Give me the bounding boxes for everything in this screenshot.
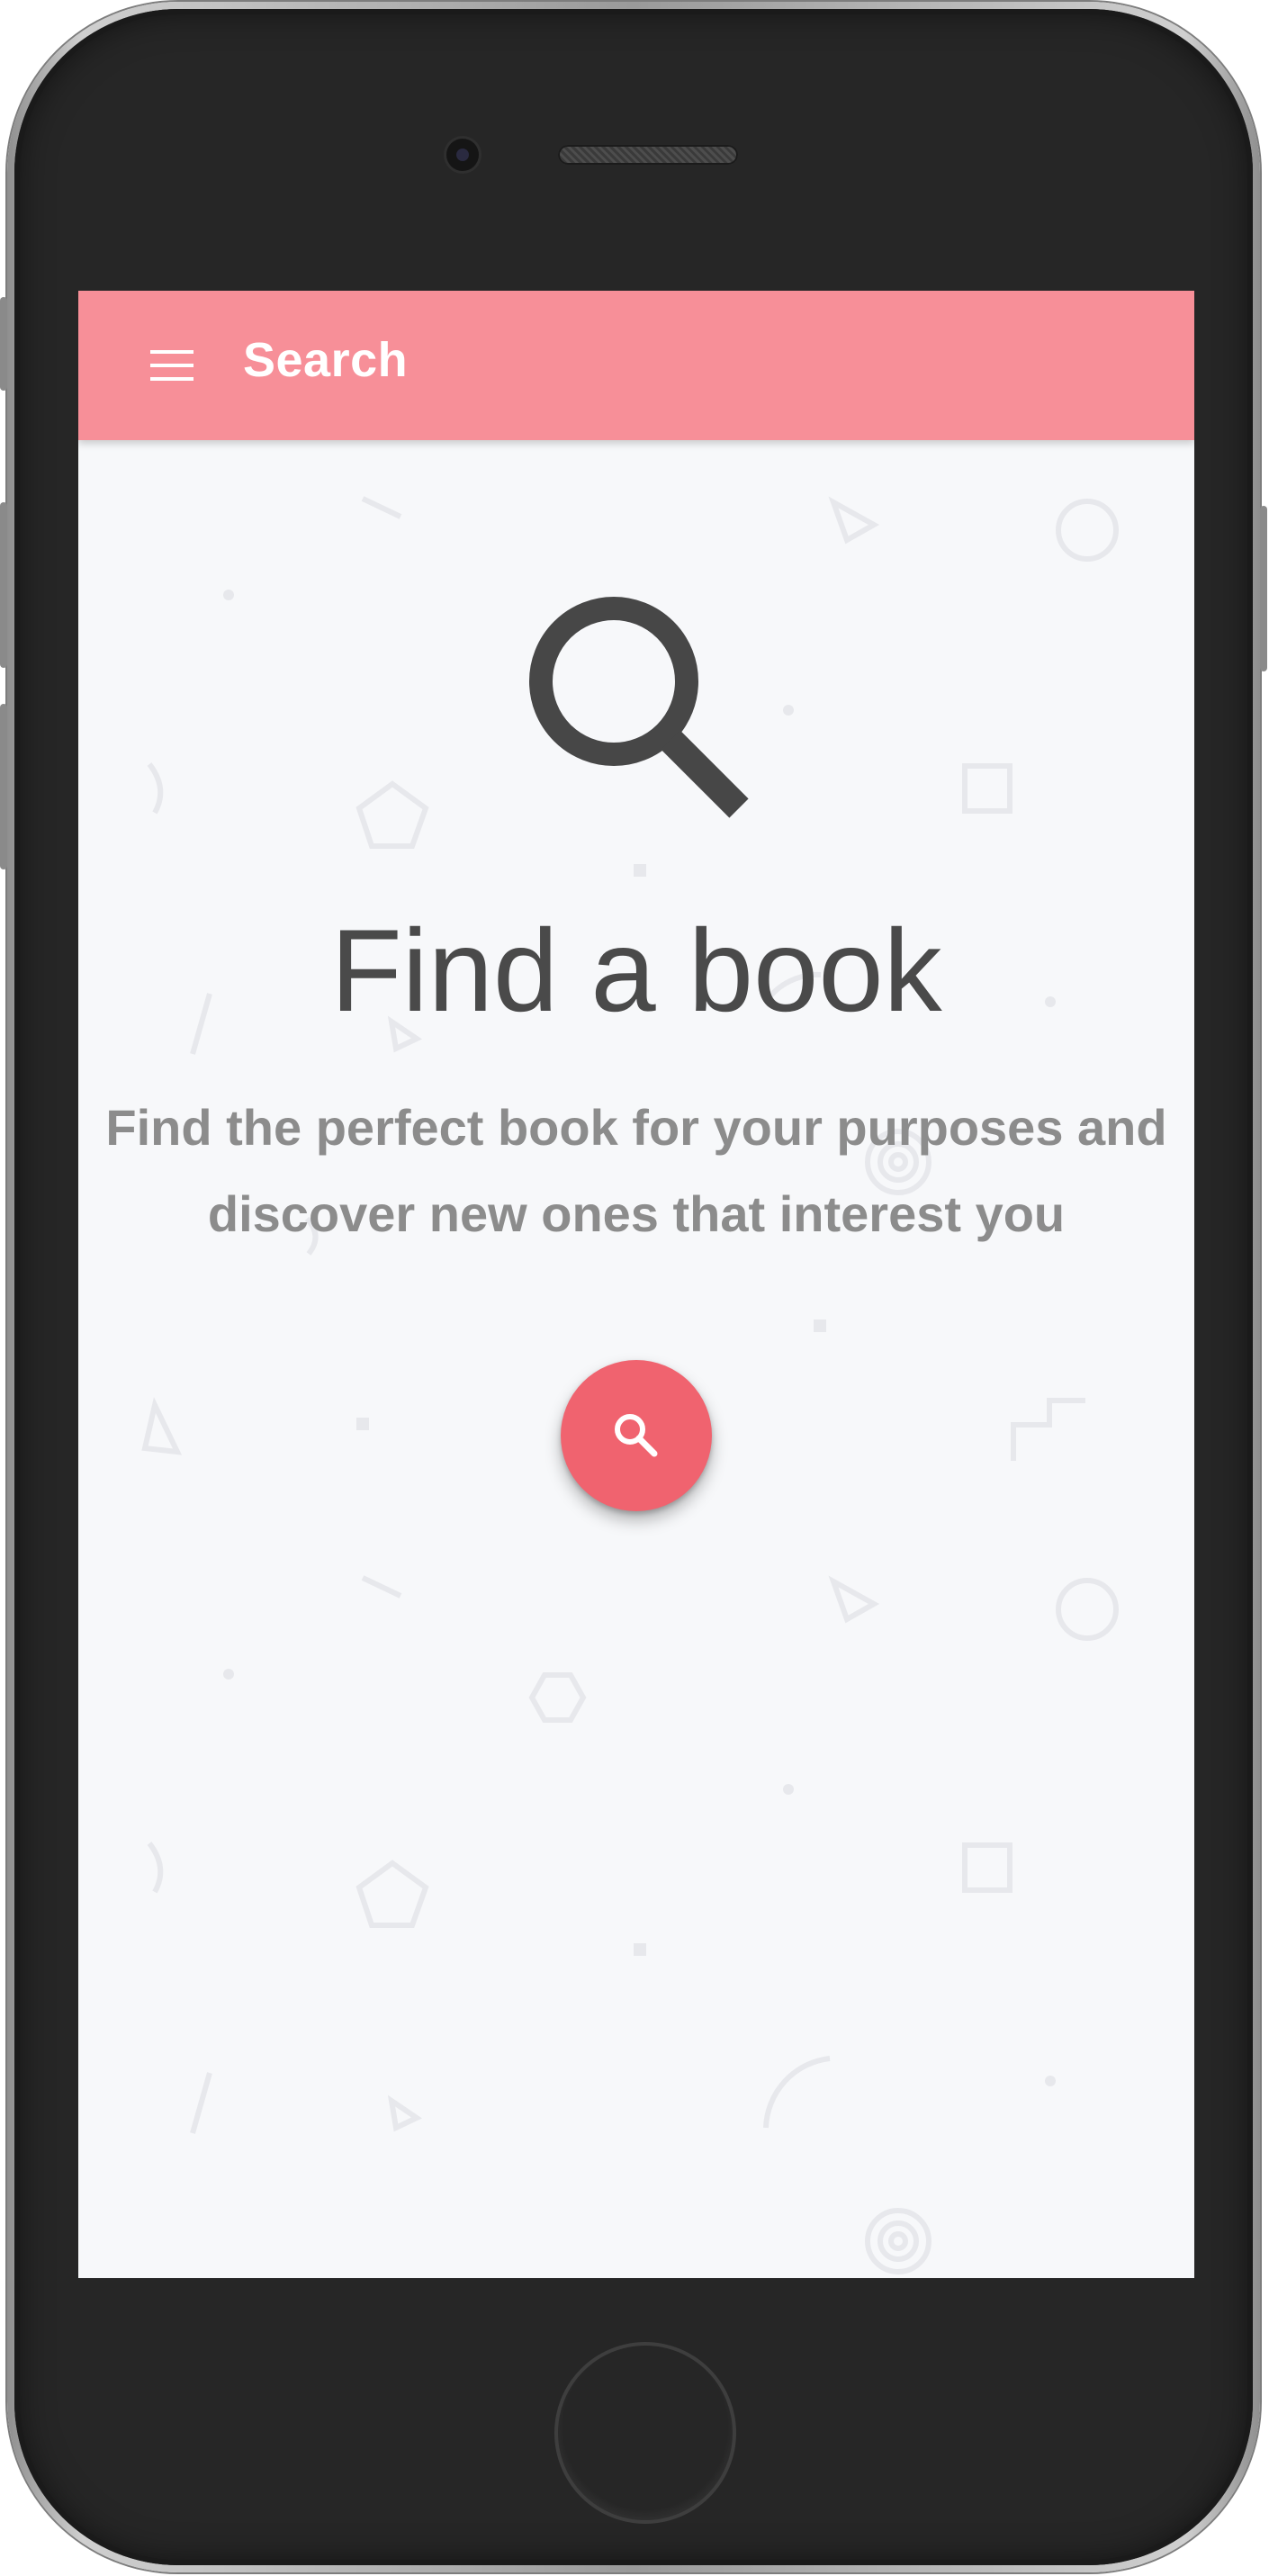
front-camera (446, 139, 479, 171)
search-icon (615, 1414, 658, 1457)
side-button-power (1260, 506, 1267, 671)
app-toolbar: Search (78, 291, 1194, 440)
magnifier-icon (529, 597, 749, 818)
side-button-volume-down (0, 704, 7, 869)
home-button[interactable] (558, 2346, 733, 2520)
phone-frame: Search Find a book Find the perfect book… (0, 2, 1267, 2572)
toolbar-title: Search (243, 333, 409, 387)
earpiece-speaker (558, 145, 738, 165)
side-button-mute (0, 297, 7, 391)
app-screen: Search Find a book Find the perfect book… (78, 291, 1194, 2278)
empty-state-subtitle-line-1: Find the perfect book for your purposes … (105, 1099, 1167, 1156)
empty-state-subtitle-line-2: discover new ones that interest you (207, 1185, 1066, 1242)
empty-state-subtitle: Find the perfect book for your purposes … (96, 1085, 1176, 1257)
search-fab-button[interactable] (561, 1360, 712, 1511)
hamburger-menu-icon[interactable] (147, 345, 197, 386)
side-button-volume-up (0, 502, 7, 668)
empty-state-title: Find a book (330, 905, 942, 1036)
